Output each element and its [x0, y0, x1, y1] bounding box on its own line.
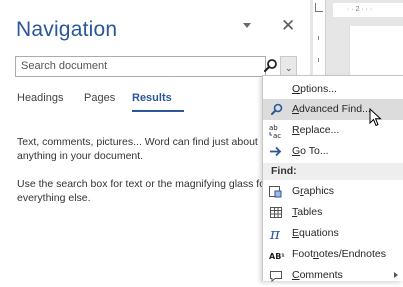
- comment-icon: [267, 267, 285, 284]
- footnote-icon: AB¹: [267, 246, 285, 263]
- menu-item-label: Options...: [292, 83, 337, 95]
- menu-section-header: Find:: [263, 163, 403, 180]
- pane-title: Navigation: [16, 18, 118, 41]
- menu-item-graphics[interactable]: Graphics: [263, 181, 403, 202]
- menu-item-comments[interactable]: Comments: [263, 265, 403, 286]
- tab-pages[interactable]: Pages: [84, 92, 115, 104]
- menu-item-label: Tables: [292, 206, 323, 218]
- arrow-right-icon: [267, 143, 285, 160]
- svg-text:AB¹: AB¹: [269, 252, 285, 261]
- replace-icon: ab ac: [267, 122, 285, 140]
- graphics-icon: [267, 183, 285, 200]
- svg-text:ac: ac: [273, 132, 281, 139]
- menu-item-label: Graphics: [292, 185, 335, 197]
- mouse-pointer-icon: [369, 107, 383, 128]
- menu-item-label: Go To...: [292, 145, 329, 157]
- chevron-down-icon: ⌄: [285, 63, 293, 73]
- menu-item-label: Comments: [292, 269, 343, 281]
- menu-item-label: Replace...: [292, 124, 340, 136]
- table-icon: [267, 204, 285, 221]
- results-message: Text, comments, pictures... Word can fin…: [17, 136, 258, 162]
- search-options-menu: Options... Advanced Find... ab ac Replac…: [262, 75, 403, 283]
- search-dropdown-button[interactable]: ⌄: [280, 56, 297, 77]
- pi-icon: π: [267, 225, 285, 243]
- tab-headings[interactable]: Headings: [17, 92, 63, 104]
- menu-item-footnotes-endnotes[interactable]: AB¹ Footnotes/Endnotes: [263, 244, 403, 265]
- ruler-tick: [318, 58, 319, 62]
- svg-text:ab: ab: [269, 124, 278, 132]
- menu-item-label: Equations: [292, 227, 339, 239]
- search-input[interactable]: Search document: [15, 56, 266, 77]
- submenu-arrow-icon: [394, 272, 398, 278]
- tab-results[interactable]: Results: [132, 92, 172, 104]
- menu-item-go-to[interactable]: Go To...: [263, 141, 403, 162]
- menu-item-options[interactable]: Options...: [263, 79, 403, 100]
- menu-item-tables[interactable]: Tables: [263, 202, 403, 223]
- menu-item-label: Advanced Find...: [292, 103, 371, 115]
- active-tab-indicator: [132, 110, 184, 112]
- menu-item-label: Footnotes/Endnotes: [292, 248, 386, 260]
- pane-options-icon[interactable]: [243, 23, 251, 28]
- svg-text:π: π: [269, 225, 281, 242]
- close-icon[interactable]: ✕: [281, 16, 295, 36]
- horizontal-ruler: · · 2 · · ·: [333, 3, 403, 17]
- tab-selector[interactable]: [315, 3, 323, 12]
- search-icon: [267, 101, 285, 118]
- search-icon[interactable]: [261, 56, 281, 77]
- ruler-tick: [318, 36, 319, 40]
- menu-item-equations[interactable]: π Equations: [263, 223, 403, 244]
